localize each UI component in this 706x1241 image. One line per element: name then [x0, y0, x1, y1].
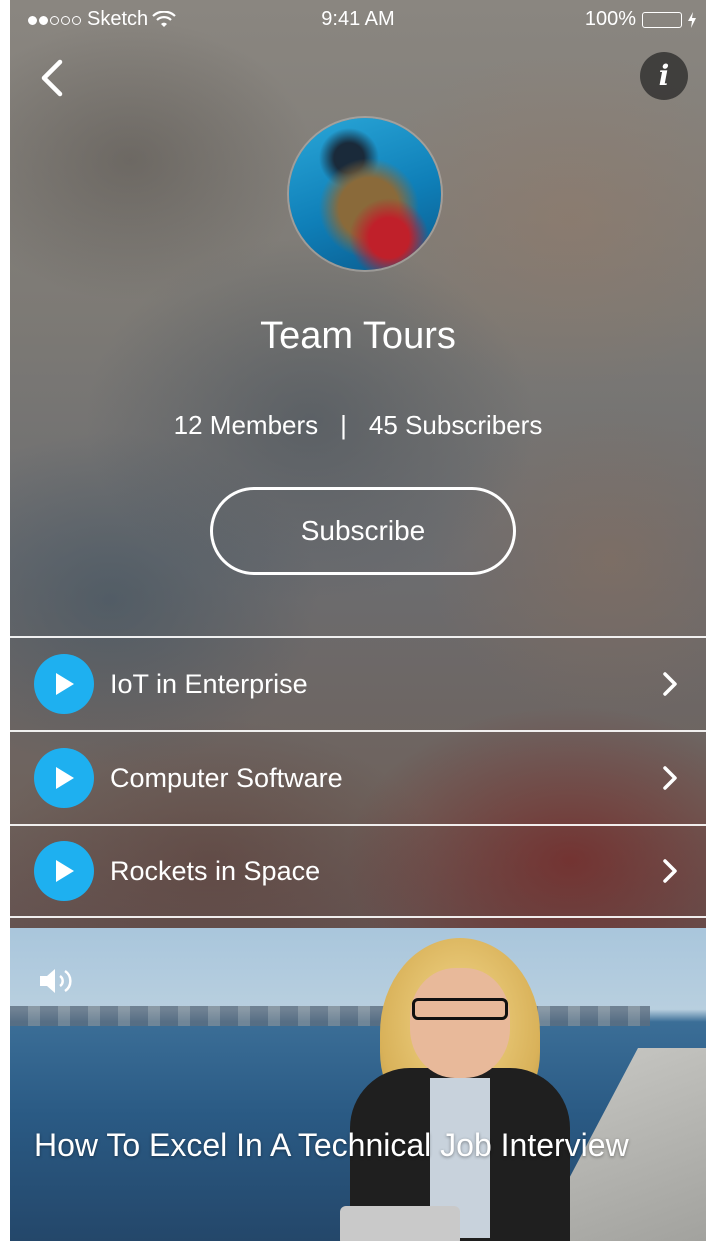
play-icon	[56, 860, 74, 882]
chevron-right-icon	[663, 859, 677, 883]
chevron-right-icon	[663, 766, 677, 790]
chevron-left-icon	[41, 59, 63, 97]
channel-row-software[interactable]: Computer Software	[10, 730, 706, 824]
play-button[interactable]	[34, 748, 94, 808]
info-button[interactable]: i	[640, 52, 688, 100]
video-person-face	[410, 968, 510, 1078]
screen: Sketch 9:41 AM 100% i Team Tours 12 Memb…	[10, 0, 706, 1241]
video-person-glasses	[412, 998, 508, 1020]
battery-icon	[642, 11, 682, 28]
group-name: Team Tours	[260, 315, 456, 357]
channel-row-iot[interactable]: IoT in Enterprise	[10, 636, 706, 730]
status-right: 100%	[585, 8, 696, 31]
video-background-bridge	[10, 1006, 650, 1026]
play-icon	[56, 767, 74, 789]
speaker-icon[interactable]	[38, 966, 80, 996]
play-icon	[56, 673, 74, 695]
channel-label: Computer Software	[110, 762, 343, 793]
channel-row-rockets[interactable]: Rockets in Space	[10, 824, 706, 918]
battery-percent: 100%	[584, 8, 636, 30]
status-bar: Sketch 9:41 AM 100%	[10, 0, 706, 40]
video-person-tablet	[340, 1206, 460, 1241]
channel-label: Rockets in Space	[110, 855, 321, 886]
group-avatar	[289, 118, 441, 270]
play-button[interactable]	[34, 654, 94, 714]
group-stats: 12 Members | 45 Subscribers	[10, 410, 706, 441]
video-player[interactable]: How To Excel In A Technical Job Intervie…	[10, 928, 706, 1241]
play-button[interactable]	[34, 841, 94, 901]
video-title: How To Excel In A Technical Job Intervie…	[34, 1127, 629, 1163]
chevron-right-icon	[663, 672, 677, 696]
channel-label: IoT in Enterprise	[110, 668, 308, 699]
charging-icon	[688, 11, 696, 28]
stats-separator: |	[340, 410, 347, 440]
members-count: 12 Members	[173, 410, 319, 440]
subscribe-button[interactable]: Subscribe	[210, 487, 516, 575]
info-icon: i	[658, 59, 670, 92]
back-button[interactable]	[34, 58, 74, 98]
subscribers-count: 45 Subscribers	[368, 410, 543, 440]
channel-list: IoT in Enterprise Computer Software Rock…	[10, 636, 706, 918]
